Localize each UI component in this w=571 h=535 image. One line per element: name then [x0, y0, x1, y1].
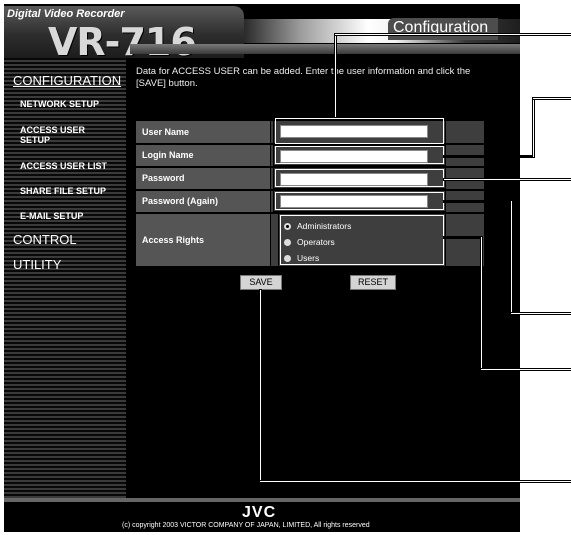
- callout-line: [511, 313, 571, 314]
- sidebar-section-configuration[interactable]: CONFIGURATION: [13, 73, 121, 88]
- header: Digital Video Recorder VR-716 Configurat…: [4, 4, 520, 64]
- sidebar-item-email-setup[interactable]: E-MAIL SETUP: [20, 211, 83, 221]
- save-button[interactable]: SAVE: [240, 275, 282, 290]
- callout-line: [481, 237, 482, 370]
- sidebar-item-share-file-setup[interactable]: SHARE FILE SETUP: [20, 186, 106, 196]
- reset-button[interactable]: RESET: [350, 275, 396, 290]
- callout-line: [533, 98, 534, 157]
- password-again-label: Password (Again): [136, 191, 270, 212]
- callout-line: [335, 34, 571, 35]
- footer-divider: [4, 498, 520, 502]
- user-name-label: User Name: [136, 121, 270, 143]
- sidebar: CONFIGURATION NETWORK SETUP ACCESS USER …: [4, 58, 126, 498]
- callout-line: [481, 369, 571, 370]
- callout-line: [443, 155, 535, 158]
- callout-line: [443, 200, 513, 203]
- jvc-logo: JVC: [242, 504, 277, 521]
- callout-box-access-rights: [278, 213, 446, 267]
- sidebar-section-control[interactable]: CONTROL: [13, 232, 77, 247]
- sidebar-item-access-user-setup[interactable]: ACCESS USER SETUP: [20, 125, 100, 145]
- callout-line: [511, 201, 512, 314]
- callout-line: [533, 98, 571, 99]
- callout-line: [335, 34, 336, 117]
- callout-box-login-name: [273, 144, 446, 166]
- login-name-label: Login Name: [136, 145, 270, 166]
- sidebar-item-access-user-list[interactable]: ACCESS USER LIST: [20, 161, 107, 171]
- callout-line: [444, 179, 571, 180]
- sidebar-section-utility[interactable]: UTILITY: [13, 257, 61, 272]
- sidebar-item-network-setup[interactable]: NETWORK SETUP: [20, 99, 99, 109]
- callout-line: [443, 236, 483, 239]
- header-divider: [130, 44, 520, 54]
- password-label: Password: [136, 168, 270, 189]
- brand-label: Digital Video Recorder: [7, 8, 125, 20]
- callout-box-password-again: [273, 190, 446, 212]
- copyright-text: (c) copyright 2003 VICTOR COMPANY OF JAP…: [122, 522, 370, 529]
- callout-box-user-name: [273, 116, 446, 146]
- intro-text: Data for ACCESS USER can be added. Enter…: [136, 66, 471, 89]
- callout-line: [260, 290, 261, 482]
- callout-box-password: [273, 167, 446, 189]
- callout-line: [260, 481, 571, 482]
- access-rights-label: Access Rights: [136, 214, 270, 266]
